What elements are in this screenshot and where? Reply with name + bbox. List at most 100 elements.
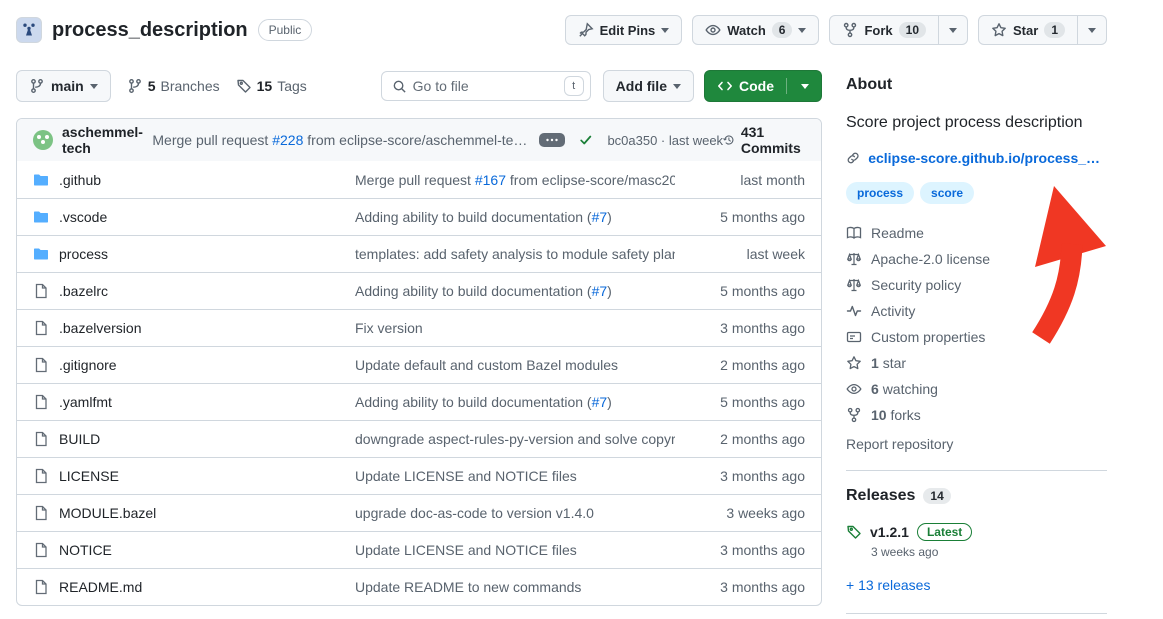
file-name-link[interactable]: .yamlfmt: [59, 394, 112, 410]
branch-selector[interactable]: main: [16, 70, 111, 102]
file-name-link[interactable]: .vscode: [59, 209, 107, 225]
pr-link[interactable]: #7: [592, 209, 608, 225]
release-tag-name[interactable]: v1.2.1: [870, 524, 909, 540]
branches-link[interactable]: 5 Branches: [127, 78, 220, 94]
table-row[interactable]: NOTICE Update LICENSE and NOTICE files 3…: [17, 531, 821, 568]
sidebar-item-label: Custom properties: [871, 329, 985, 345]
file-name-link[interactable]: MODULE.bazel: [59, 505, 156, 521]
folder-icon: [33, 172, 49, 188]
chevron-down-icon: [673, 84, 681, 89]
commit-history-link[interactable]: 431 Commits: [723, 124, 805, 156]
sidebar-item-watching[interactable]: 6 watching: [846, 376, 1107, 402]
sidebar-item-readme[interactable]: Readme: [846, 220, 1107, 246]
sidebar-item-license[interactable]: Apache-2.0 license: [846, 246, 1107, 272]
table-row[interactable]: .yamlfmt Adding ability to build documen…: [17, 383, 821, 420]
fork-dropdown-button[interactable]: [939, 15, 968, 45]
go-to-file-input[interactable]: [413, 78, 558, 94]
commit-message-cell[interactable]: Update README to new commands: [355, 579, 675, 595]
commit-message-cell[interactable]: downgrade aspect-rules-py-version and so…: [355, 431, 675, 447]
pr-link[interactable]: #167: [475, 172, 506, 188]
table-row[interactable]: .bazelversion Fix version 3 months ago: [17, 309, 821, 346]
add-file-button[interactable]: Add file: [603, 70, 694, 102]
commit-message-cell[interactable]: Adding ability to build documentation (#…: [355, 283, 675, 299]
pr-link[interactable]: #7: [592, 394, 608, 410]
file-name-link[interactable]: NOTICE: [59, 542, 112, 558]
table-row[interactable]: LICENSE Update LICENSE and NOTICE files …: [17, 457, 821, 494]
commit-message[interactable]: Merge pull request #228 from eclipse-sco…: [152, 132, 527, 148]
commit-message-cell[interactable]: Merge pull request #167 from eclipse-sco…: [355, 172, 675, 188]
topic-tag[interactable]: score: [920, 182, 974, 204]
file-icon: [33, 394, 49, 410]
code-button[interactable]: Code: [704, 70, 822, 102]
releases-title[interactable]: Releases: [846, 487, 915, 505]
go-to-file-search[interactable]: t: [381, 71, 591, 101]
table-row[interactable]: BUILD downgrade aspect-rules-py-version …: [17, 420, 821, 457]
commit-sha-time[interactable]: bc0a350 · last week: [607, 133, 723, 148]
sidebar-item-forks[interactable]: 10 forks: [846, 402, 1107, 428]
file-name-link[interactable]: .bazelversion: [59, 320, 142, 336]
pr-link[interactable]: #7: [592, 283, 608, 299]
commit-ellipsis-button[interactable]: [539, 133, 565, 147]
table-row[interactable]: README.md Update README to new commands …: [17, 568, 821, 605]
stat-label: star: [883, 355, 906, 371]
tags-link[interactable]: 15 Tags: [236, 78, 307, 94]
table-row[interactable]: .vscode Adding ability to build document…: [17, 198, 821, 235]
message-text: templates: add safety analysis to module…: [355, 246, 675, 262]
commit-message-cell[interactable]: upgrade doc-as-code to version v1.4.0: [355, 505, 675, 521]
commit-date: last month: [675, 172, 805, 188]
fork-button[interactable]: Fork 10: [829, 15, 939, 45]
message-text: upgrade doc-as-code to version v1.4.0: [355, 505, 594, 521]
sidebar-item-security-policy[interactable]: Security policy: [846, 272, 1107, 298]
report-repository-link[interactable]: Report repository: [846, 436, 1107, 452]
stat-count: 1: [871, 355, 879, 371]
star-label: Star: [1013, 23, 1038, 38]
repo-title[interactable]: process_description: [52, 19, 248, 42]
star-dropdown-button[interactable]: [1078, 15, 1107, 45]
website-link[interactable]: eclipse-score.github.io/process_descr…: [868, 150, 1107, 166]
star-button[interactable]: Star 1: [978, 15, 1078, 45]
more-releases-link[interactable]: + 13 releases: [846, 577, 930, 593]
message-text: Adding ability to build documentation (: [355, 209, 592, 225]
fork-count: 10: [899, 22, 926, 38]
file-name-link[interactable]: README.md: [59, 579, 142, 595]
file-name-link[interactable]: .gitignore: [59, 357, 117, 373]
table-row[interactable]: .gitignore Update default and custom Baz…: [17, 346, 821, 383]
watch-button[interactable]: Watch 6: [692, 15, 819, 45]
commit-message-cell[interactable]: Update default and custom Bazel modules: [355, 357, 675, 373]
commit-pr-link[interactable]: #228: [272, 132, 303, 148]
commit-message-text: Merge pull request: [152, 132, 272, 148]
table-row[interactable]: .github Merge pull request #167 from ecl…: [17, 161, 821, 198]
chevron-down-icon: [798, 28, 806, 33]
commit-message-cell[interactable]: Fix version: [355, 320, 675, 336]
commit-message-cell[interactable]: Adding ability to build documentation (#…: [355, 394, 675, 410]
branches-count: 5: [148, 78, 156, 94]
message-text: ): [607, 394, 612, 410]
table-row[interactable]: .bazelrc Adding ability to build documen…: [17, 272, 821, 309]
commit-message-cell[interactable]: Update LICENSE and NOTICE files: [355, 542, 675, 558]
file-name-link[interactable]: .github: [59, 172, 101, 188]
sidebar-item-activity[interactable]: Activity: [846, 298, 1107, 324]
commit-author-link[interactable]: aschemmel-tech: [62, 124, 144, 156]
org-avatar[interactable]: [16, 17, 42, 43]
commit-message-cell[interactable]: templates: add safety analysis to module…: [355, 246, 675, 262]
star-button-group: Star 1: [978, 15, 1107, 45]
topic-tag[interactable]: process: [846, 182, 914, 204]
law-icon: [846, 251, 862, 267]
folder-icon: [33, 246, 49, 262]
file-name-link[interactable]: process: [59, 246, 108, 262]
file-icon: [33, 542, 49, 558]
commit-message-cell[interactable]: Adding ability to build documentation (#…: [355, 209, 675, 225]
commit-date: 3 months ago: [675, 579, 805, 595]
file-name-link[interactable]: LICENSE: [59, 468, 119, 484]
commit-message-cell[interactable]: Update LICENSE and NOTICE files: [355, 468, 675, 484]
file-name-link[interactable]: BUILD: [59, 431, 100, 447]
sidebar-item-stars[interactable]: 1 star: [846, 350, 1107, 376]
table-row[interactable]: MODULE.bazel upgrade doc-as-code to vers…: [17, 494, 821, 531]
checks-status-icon[interactable]: [579, 133, 593, 147]
sidebar-item-custom-properties[interactable]: Custom properties: [846, 324, 1107, 350]
table-row[interactable]: process templates: add safety analysis t…: [17, 235, 821, 272]
file-name-link[interactable]: .bazelrc: [59, 283, 108, 299]
latest-release-row[interactable]: v1.2.1 Latest: [846, 523, 1107, 541]
edit-pins-button[interactable]: Edit Pins: [565, 15, 683, 45]
commit-author-avatar[interactable]: [33, 130, 53, 150]
